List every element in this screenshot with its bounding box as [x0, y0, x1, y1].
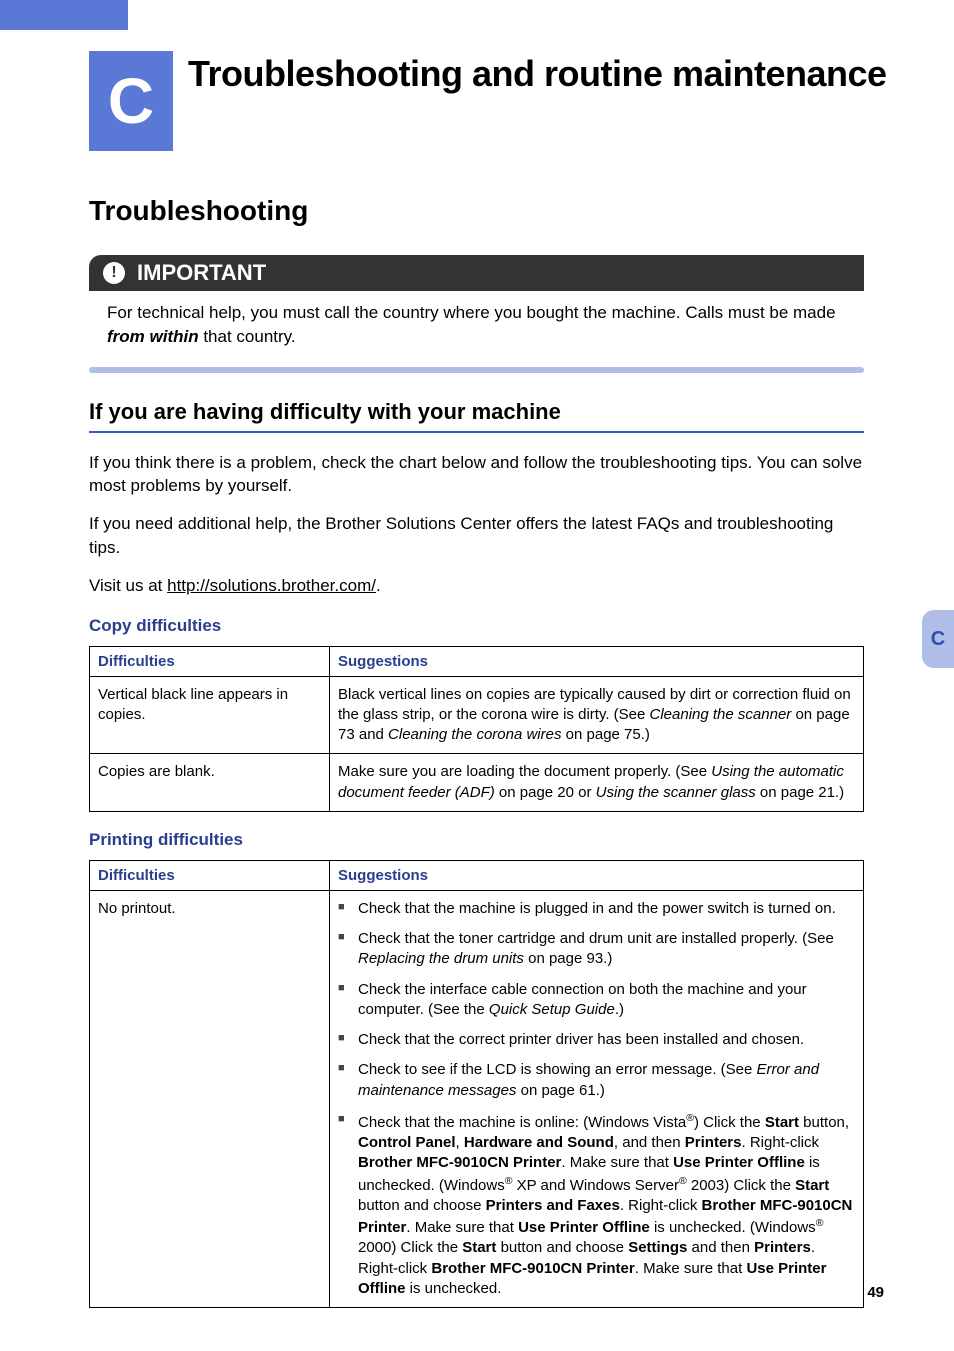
col-header-suggestions: Suggestions — [330, 646, 864, 676]
printing-difficulties-title: Printing difficulties — [89, 830, 864, 850]
text-fragment: on page 61.) — [516, 1082, 604, 1099]
ui-element-name: Control Panel — [358, 1134, 456, 1151]
suggestion-list: Check that the machine is plugged in and… — [338, 899, 855, 1299]
text-fragment: .) — [615, 1001, 624, 1018]
suggestion-cell: Make sure you are loading the document p… — [330, 754, 864, 812]
list-item: Check that the machine is plugged in and… — [338, 899, 855, 919]
text-fragment: Check that the toner cartridge and drum … — [358, 930, 834, 947]
text-fragment: , and then — [614, 1134, 685, 1151]
visit-suffix: . — [376, 576, 381, 595]
table-row: Vertical black line appears in copies. B… — [90, 676, 864, 754]
col-header-difficulties: Difficulties — [90, 646, 330, 676]
col-header-difficulties: Difficulties — [90, 860, 330, 890]
registered-mark: ® — [686, 1112, 694, 1124]
list-item: Check that the correct printer driver ha… — [338, 1030, 855, 1050]
text-fragment: on page 20 or — [495, 784, 596, 801]
table-row: Copies are blank. Make sure you are load… — [90, 754, 864, 812]
table-row: No printout. Check that the machine is p… — [90, 890, 864, 1307]
ui-element-name: Brother MFC-9010CN Printer — [358, 1154, 561, 1171]
important-callout-header: ! IMPORTANT — [89, 255, 864, 291]
table-header-row: Difficulties Suggestions — [90, 646, 864, 676]
xref-link[interactable]: Using the scanner glass — [596, 784, 756, 801]
section-side-tab: C — [922, 610, 954, 668]
list-item: Check to see if the LCD is showing an er… — [338, 1060, 855, 1101]
ui-element-name: Printers — [685, 1134, 742, 1151]
ui-element-name: Use Printer Offline — [518, 1219, 650, 1236]
text-fragment: is unchecked. — [406, 1280, 502, 1297]
copy-difficulties-table: Difficulties Suggestions Vertical black … — [89, 646, 864, 812]
text-fragment: Check to see if the LCD is showing an er… — [358, 1061, 757, 1078]
text-fragment: , — [456, 1134, 464, 1151]
ui-element-name: Start — [795, 1177, 829, 1194]
text-fragment: is unchecked. (Windows — [650, 1219, 816, 1236]
printing-difficulties-table: Difficulties Suggestions No printout. Ch… — [89, 860, 864, 1308]
text-fragment: ) Click the — [694, 1114, 765, 1131]
ui-element-name: Settings — [628, 1239, 687, 1256]
registered-mark: ® — [679, 1175, 687, 1187]
chapter-header: C Troubleshooting and routine maintenanc… — [89, 51, 887, 151]
list-item: Check that the toner cartridge and drum … — [338, 929, 855, 970]
text-fragment: button and choose — [358, 1197, 486, 1214]
col-header-suggestions: Suggestions — [330, 860, 864, 890]
text-fragment: Check that the machine is online: (Windo… — [358, 1114, 686, 1131]
important-callout-body: For technical help, you must call the co… — [89, 291, 864, 353]
ui-element-name: Start — [765, 1114, 799, 1131]
ui-element-name: Printers and Faxes — [486, 1197, 620, 1214]
text-fragment: button and choose — [496, 1239, 628, 1256]
text-fragment: on page 75.) — [561, 726, 649, 743]
text-fragment: button, — [799, 1114, 849, 1131]
registered-mark: ® — [816, 1217, 824, 1229]
text-fragment: and then — [687, 1239, 754, 1256]
page-content: Troubleshooting ! IMPORTANT For technica… — [89, 195, 864, 1308]
difficulty-cell: No printout. — [90, 890, 330, 1307]
chapter-letter-box: C — [89, 51, 173, 151]
chapter-title: Troubleshooting and routine maintenance — [188, 51, 887, 151]
xref-link[interactable]: Quick Setup Guide — [489, 1001, 615, 1018]
text-fragment: on page 93.) — [524, 950, 612, 967]
important-label: IMPORTANT — [137, 260, 266, 286]
text-fragment: XP and Windows Server — [512, 1177, 678, 1194]
intro-paragraph-1: If you think there is a problem, check t… — [89, 451, 864, 499]
suggestion-cell: Check that the machine is plugged in and… — [330, 890, 864, 1307]
header-accent-bar — [0, 0, 128, 30]
list-item: Check the interface cable connection on … — [338, 980, 855, 1021]
subsection-heading: If you are having difficulty with your m… — [89, 399, 864, 433]
important-text-2: that country. — [199, 327, 296, 346]
text-fragment: Make sure you are loading the document p… — [338, 763, 711, 780]
text-fragment: . Make sure that — [561, 1154, 673, 1171]
difficulty-cell: Vertical black line appears in copies. — [90, 676, 330, 754]
solutions-url[interactable]: http://solutions.brother.com/ — [167, 576, 376, 595]
text-fragment: . Make sure that — [406, 1219, 518, 1236]
text-fragment: . Right-click — [742, 1134, 820, 1151]
ui-element-name: Start — [462, 1239, 496, 1256]
difficulty-cell: Copies are blank. — [90, 754, 330, 812]
list-item: Check that the machine is online: (Windo… — [338, 1111, 855, 1299]
xref-link[interactable]: Replacing the drum units — [358, 950, 524, 967]
xref-link[interactable]: Cleaning the corona wires — [388, 726, 561, 743]
ui-element-name: Use Printer Offline — [673, 1154, 805, 1171]
xref-link[interactable]: Cleaning the scanner — [650, 706, 792, 723]
intro-paragraph-3: Visit us at http://solutions.brother.com… — [89, 574, 864, 598]
important-text-1: For technical help, you must call the co… — [107, 303, 836, 322]
ui-element-name: Hardware and Sound — [464, 1134, 614, 1151]
text-fragment: . Make sure that — [635, 1260, 747, 1277]
page-number: 49 — [867, 1284, 884, 1301]
divider-rule — [89, 367, 864, 373]
text-fragment: 2000) Click the — [358, 1239, 462, 1256]
text-fragment: 2003) Click the — [687, 1177, 795, 1194]
important-icon: ! — [103, 262, 125, 284]
ui-element-name: Printers — [754, 1239, 811, 1256]
suggestion-cell: Black vertical lines on copies are typic… — [330, 676, 864, 754]
table-header-row: Difficulties Suggestions — [90, 860, 864, 890]
visit-prefix: Visit us at — [89, 576, 167, 595]
section-heading-troubleshooting: Troubleshooting — [89, 195, 864, 227]
text-fragment: . Right-click — [620, 1197, 702, 1214]
copy-difficulties-title: Copy difficulties — [89, 616, 864, 636]
ui-element-name: Brother MFC-9010CN Printer — [431, 1260, 634, 1277]
intro-paragraph-2: If you need additional help, the Brother… — [89, 512, 864, 560]
important-emphasis: from within — [107, 327, 199, 346]
text-fragment: on page 21.) — [756, 784, 844, 801]
